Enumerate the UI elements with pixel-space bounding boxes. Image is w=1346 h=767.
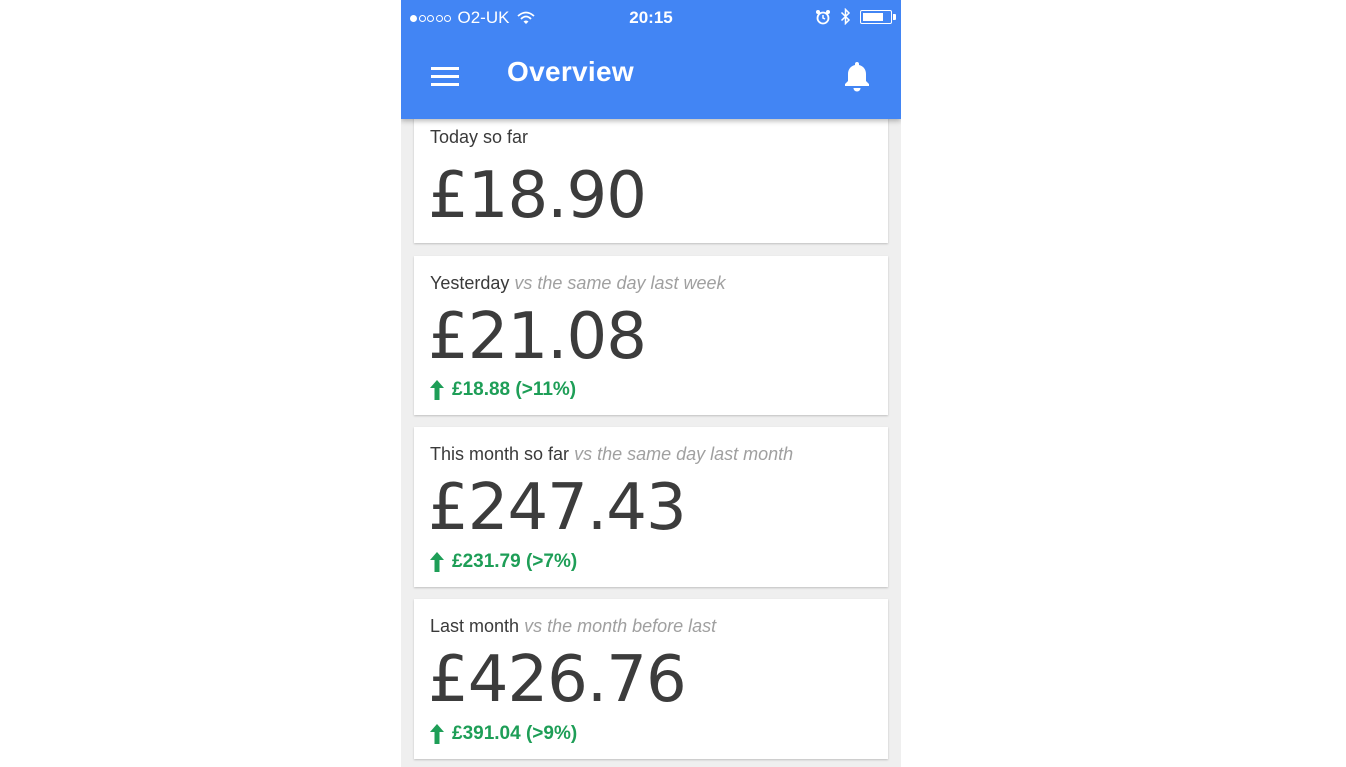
battery-icon	[860, 9, 896, 24]
card-today[interactable]: Today so far £18.90	[414, 113, 888, 243]
card-amount: £247.43	[428, 471, 687, 545]
card-amount: £426.76	[428, 643, 687, 717]
card-amount: £18.90	[428, 159, 647, 233]
card-title: Today so far	[430, 127, 529, 147]
card-change: £231.79 (>7%)	[430, 551, 577, 573]
card-comparison: vs the same day last week	[514, 273, 726, 293]
toolbar: Overview	[401, 40, 901, 112]
card-change: £18.88 (>11%)	[430, 379, 576, 401]
arrow-up-icon	[430, 724, 444, 744]
phone-screen: O2-UK 20:15 Overview Today so far £18.90…	[401, 0, 901, 767]
card-yesterday[interactable]: Yesterday vs the same day last week £21.0…	[414, 256, 888, 415]
arrow-up-icon	[430, 380, 444, 400]
card-title: Yesterday	[430, 273, 510, 293]
card-this-month[interactable]: This month so far vs the same day last mo…	[414, 427, 888, 587]
battery-level	[863, 12, 883, 21]
status-bar: O2-UK 20:15	[401, 0, 901, 34]
card-change: £391.04 (>9%)	[430, 723, 577, 745]
page-title: Overview	[507, 56, 634, 87]
card-amount: £21.08	[428, 300, 647, 374]
card-comparison: vs the same day last month	[574, 444, 794, 464]
status-right	[806, 8, 896, 25]
card-label: Last month vs the month before last	[430, 616, 716, 637]
change-value: £391.04 (>9%)	[452, 723, 578, 744]
card-last-month[interactable]: Last month vs the month before last £426.…	[414, 599, 888, 759]
card-comparison: vs the month before last	[524, 616, 717, 636]
card-title: This month so far	[430, 444, 570, 464]
arrow-up-icon	[430, 552, 444, 572]
change-value: £231.79 (>7%)	[452, 551, 578, 572]
card-title: Last month	[430, 616, 520, 636]
menu-button[interactable]	[429, 60, 461, 92]
app-bar: O2-UK 20:15 Overview	[401, 0, 901, 119]
card-label: This month so far vs the same day last mo…	[430, 444, 793, 465]
alarm-icon	[816, 9, 830, 24]
card-label: Yesterday vs the same day last week	[430, 273, 726, 294]
bluetooth-icon	[840, 8, 851, 25]
bell-icon	[845, 62, 869, 92]
change-value: £18.88 (>11%)	[452, 379, 577, 400]
card-label: Today so far	[430, 127, 528, 148]
notifications-button[interactable]	[839, 58, 875, 94]
